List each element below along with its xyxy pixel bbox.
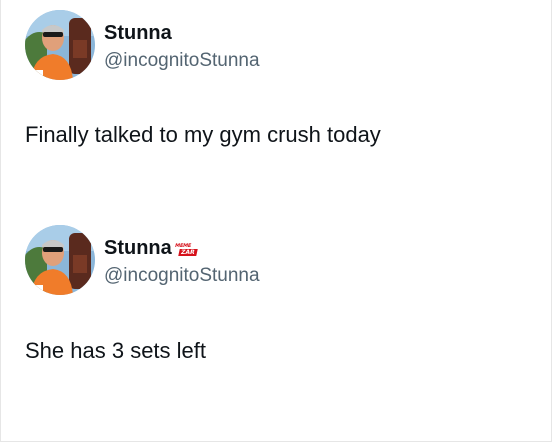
display-name[interactable]: Stunna — [104, 237, 172, 259]
name-row: Stunna MEME ZAR — [104, 237, 201, 265]
profile-photo-icon — [25, 225, 95, 295]
user-handle[interactable]: @incognitoStunna — [104, 50, 260, 72]
name-row: Stunna — [104, 22, 172, 44]
display-name[interactable]: Stunna — [104, 22, 172, 44]
user-handle[interactable]: @incognitoStunna — [104, 265, 260, 287]
watermark-logo: MEME ZAR — [173, 243, 201, 265]
avatar[interactable] — [25, 225, 95, 295]
tweet-text: Finally talked to my gym crush today — [25, 122, 381, 147]
tweet-text: She has 3 sets left — [25, 338, 206, 363]
profile-photo-icon — [25, 10, 95, 80]
watermark-bottom: ZAR — [178, 249, 198, 256]
avatar[interactable] — [25, 10, 95, 80]
